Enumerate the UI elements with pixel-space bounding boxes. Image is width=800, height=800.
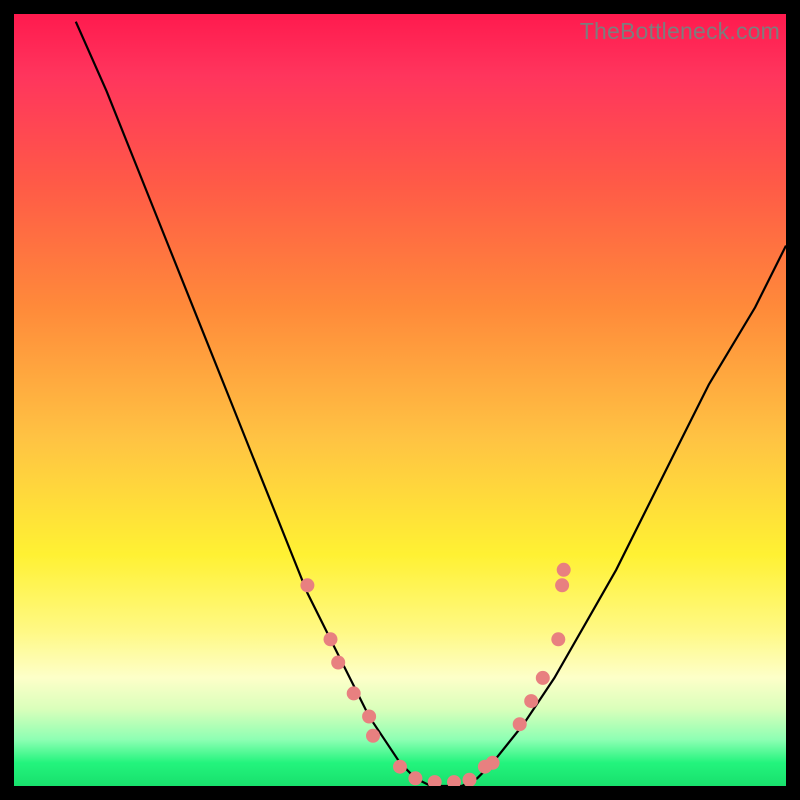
curve-marker	[447, 775, 461, 786]
curve-path	[76, 22, 786, 786]
curve-marker	[428, 775, 442, 786]
curve-marker	[486, 756, 500, 770]
curve-marker	[463, 773, 477, 786]
curve-marker	[362, 710, 376, 724]
bottleneck-curve	[14, 14, 786, 786]
curve-marker	[331, 656, 345, 670]
chart-frame: TheBottleneck.com	[0, 0, 800, 800]
curve-marker	[557, 563, 571, 577]
curve-markers	[300, 563, 570, 786]
curve-marker	[393, 760, 407, 774]
curve-marker	[347, 686, 361, 700]
curve-marker	[513, 717, 527, 731]
curve-marker	[408, 771, 422, 785]
curve-marker	[524, 694, 538, 708]
curve-marker	[551, 632, 565, 646]
curve-marker	[555, 578, 569, 592]
chart-plot-area: TheBottleneck.com	[14, 14, 786, 786]
curve-marker	[300, 578, 314, 592]
curve-marker	[366, 729, 380, 743]
curve-marker	[324, 632, 338, 646]
curve-marker	[536, 671, 550, 685]
